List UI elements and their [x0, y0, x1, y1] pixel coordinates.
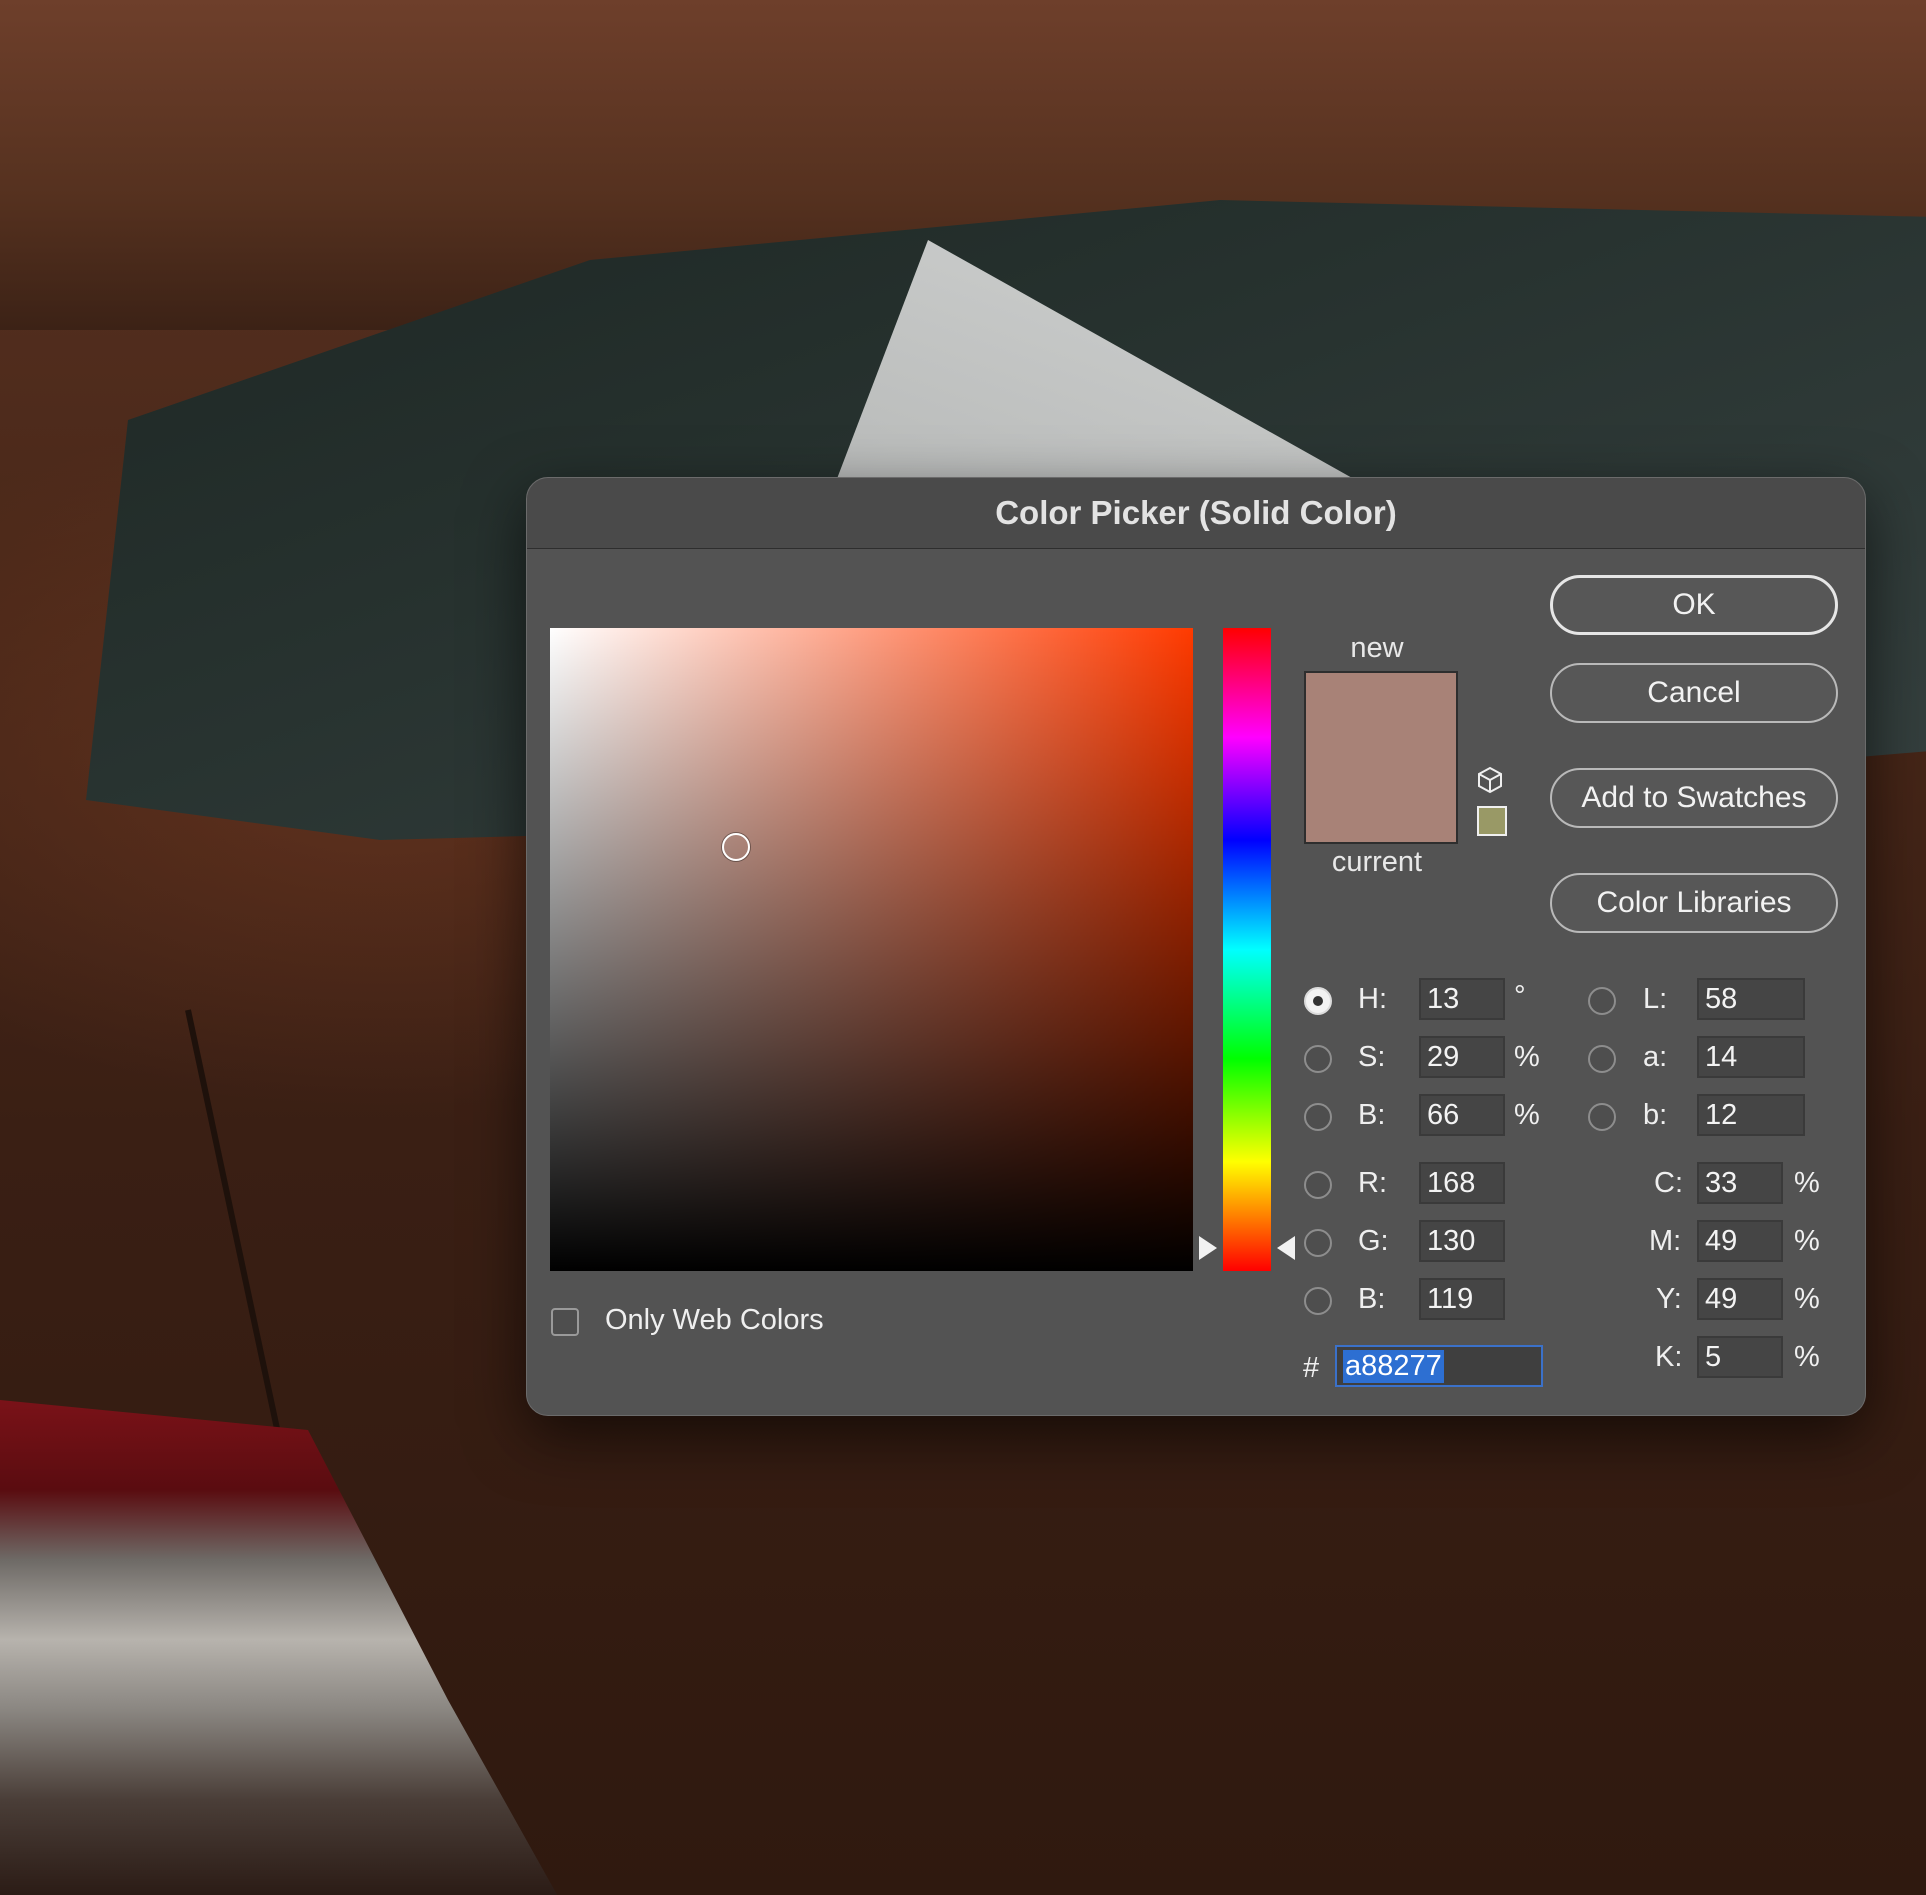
current-color-swatch[interactable] [1304, 756, 1458, 844]
blue-radio[interactable] [1304, 1287, 1332, 1315]
blue-input[interactable]: 119 [1419, 1278, 1505, 1320]
lab-a-label: a: [1643, 1041, 1668, 1073]
hue-radio[interactable] [1304, 987, 1332, 1015]
lab-a-input[interactable]: 14 [1697, 1036, 1805, 1078]
green-label: G: [1358, 1225, 1389, 1257]
hue-slider-left-arrow-icon[interactable] [1199, 1236, 1217, 1260]
green-input[interactable]: 130 [1419, 1220, 1505, 1262]
brightness-label: B: [1358, 1099, 1386, 1131]
hex-label: # [1303, 1352, 1320, 1384]
hex-input[interactable]: a88277 [1335, 1345, 1543, 1387]
lab-l-input[interactable]: 58 [1697, 978, 1805, 1020]
hex-value-selection: a88277 [1343, 1349, 1444, 1383]
brightness-radio[interactable] [1304, 1103, 1332, 1131]
only-web-colors-checkbox[interactable] [551, 1308, 579, 1336]
dialog-title: Color Picker (Solid Color) [527, 478, 1865, 549]
magenta-unit: % [1794, 1225, 1820, 1257]
brightness-unit: % [1514, 1099, 1540, 1131]
hue-unit: ° [1514, 980, 1526, 1012]
web-safe-color-swatch[interactable] [1477, 806, 1507, 836]
new-color-swatch [1304, 671, 1458, 758]
lab-b-label: b: [1643, 1099, 1668, 1131]
color-libraries-button[interactable]: Color Libraries [1550, 873, 1838, 933]
hue-slider-right-arrow-icon[interactable] [1277, 1236, 1295, 1260]
yellow-unit: % [1794, 1283, 1820, 1315]
cyan-label: C: [1654, 1167, 1683, 1199]
cyan-input[interactable]: 33 [1697, 1162, 1783, 1204]
yellow-input[interactable]: 49 [1697, 1278, 1783, 1320]
red-label: R: [1358, 1167, 1387, 1199]
only-web-colors-label: Only Web Colors [605, 1304, 824, 1336]
hue-slider[interactable] [1223, 628, 1271, 1271]
red-radio[interactable] [1304, 1171, 1332, 1199]
color-picker-dialog: Color Picker (Solid Color) new current O… [526, 477, 1866, 1416]
red-input[interactable]: 168 [1419, 1162, 1505, 1204]
cyan-unit: % [1794, 1167, 1820, 1199]
saturation-input[interactable]: 29 [1419, 1036, 1505, 1078]
magenta-input[interactable]: 49 [1697, 1220, 1783, 1262]
cancel-button[interactable]: Cancel [1550, 663, 1838, 723]
black-input[interactable]: 5 [1697, 1336, 1783, 1378]
saturation-unit: % [1514, 1041, 1540, 1073]
color-field[interactable] [550, 628, 1193, 1271]
saturation-label: S: [1358, 1041, 1386, 1073]
brightness-input[interactable]: 66 [1419, 1094, 1505, 1136]
lab-b-input[interactable]: 12 [1697, 1094, 1805, 1136]
current-color-label: current [1331, 846, 1423, 878]
lab-l-radio[interactable] [1588, 987, 1616, 1015]
lab-l-label: L: [1643, 983, 1668, 1015]
blue-label: B: [1358, 1283, 1386, 1315]
ok-button[interactable]: OK [1550, 575, 1838, 635]
hue-input[interactable]: 13 [1419, 978, 1505, 1020]
add-to-swatches-button[interactable]: Add to Swatches [1550, 768, 1838, 828]
lab-a-radio[interactable] [1588, 1045, 1616, 1073]
green-radio[interactable] [1304, 1229, 1332, 1257]
black-label: K: [1655, 1341, 1683, 1373]
black-unit: % [1794, 1341, 1820, 1373]
new-color-label: new [1350, 632, 1404, 664]
hue-label: H: [1358, 983, 1387, 1015]
saturation-radio[interactable] [1304, 1045, 1332, 1073]
yellow-label: Y: [1656, 1283, 1682, 1315]
out-of-gamut-cube-icon[interactable] [1475, 765, 1505, 795]
magenta-label: M: [1649, 1225, 1682, 1257]
lab-b-radio[interactable] [1588, 1103, 1616, 1131]
color-field-marker[interactable] [722, 833, 750, 861]
